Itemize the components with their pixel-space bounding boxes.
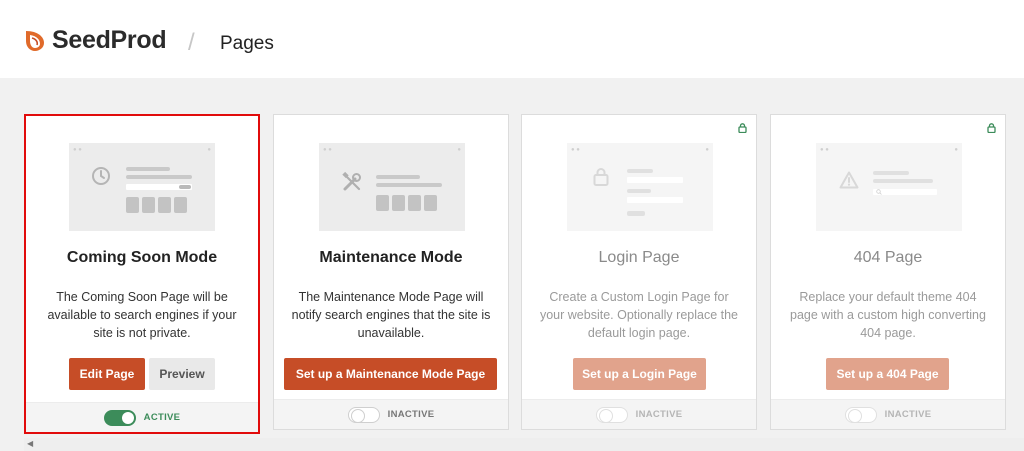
page-toggle[interactable] (844, 406, 877, 423)
window-dots-icon: ● ● (73, 147, 82, 153)
card-description: The Coming Soon Page will be available t… (47, 290, 237, 340)
status-label: INACTIVE (884, 409, 932, 420)
padlock-icon (593, 168, 609, 186)
edit-page-button[interactable]: Edit Page (69, 358, 145, 390)
card-title: Coming Soon Mode (66, 249, 218, 266)
card-status-footer: INACTIVE (522, 399, 756, 429)
maintenance-card: ● ● ● Maintenance Mode The Maintenance M… (273, 114, 509, 430)
page-title: Pages (220, 33, 274, 54)
window-dot-icon: ● (207, 147, 211, 153)
scroll-left-arrow-icon[interactable]: ◀ (27, 439, 33, 448)
card-title: Login Page (598, 249, 680, 266)
page-toggle[interactable] (103, 409, 136, 426)
window-dot-icon: ● (954, 147, 958, 153)
page-toggle[interactable] (595, 406, 628, 423)
tools-icon (342, 171, 361, 191)
card-description: Create a Custom Login Page for your webs… (539, 290, 739, 340)
card-title: Maintenance Mode (319, 249, 463, 266)
status-label: INACTIVE (635, 409, 683, 420)
maintenance-preview: ● ● ● (319, 143, 465, 231)
setup-maintenance-button[interactable]: Set up a Maintenance Mode Page (284, 358, 497, 390)
lock-icon[interactable] (987, 123, 996, 133)
status-label: INACTIVE (387, 409, 435, 420)
404-card: ● ● ● 404 Page Replace your default them… (770, 114, 1006, 430)
404-preview: ● ● ● (816, 143, 962, 231)
horizontal-scrollbar[interactable] (24, 438, 1024, 451)
coming-soon-preview: ● ● ● (69, 143, 215, 231)
card-status-footer: INACTIVE (771, 399, 1005, 429)
card-description: The Maintenance Mode Page will notify se… (291, 290, 491, 340)
login-card: ● ● ● Login Page Create a Custom Login P… (521, 114, 757, 430)
seedprod-leaf-icon (26, 30, 44, 51)
card-title: 404 Page (853, 249, 923, 266)
card-status-footer: INACTIVE (274, 399, 508, 429)
card-description: Replace your default theme 404 page with… (790, 290, 986, 340)
warning-icon (839, 171, 859, 189)
status-label: ACTIVE (143, 412, 181, 423)
setup-login-button[interactable]: Set up a Login Page (573, 358, 706, 390)
login-preview: ● ● ● (567, 143, 713, 231)
top-bar: SeedProd / Pages (0, 0, 1024, 78)
brand-logo[interactable]: SeedProd (24, 26, 167, 55)
breadcrumb-separator: / (188, 29, 195, 56)
preview-button[interactable]: Preview (149, 358, 215, 390)
setup-404-button[interactable]: Set up a 404 Page (826, 358, 949, 390)
window-dot-icon: ● (457, 147, 461, 153)
window-dot-icon: ● (705, 147, 709, 153)
window-dots-icon: ● ● (820, 147, 829, 153)
window-dots-icon: ● ● (571, 147, 580, 153)
brand-name: SeedProd (52, 26, 167, 54)
window-dots-icon: ● ● (323, 147, 332, 153)
search-icon (876, 189, 882, 195)
lock-icon[interactable] (738, 123, 747, 133)
card-status-footer: ACTIVE (26, 402, 258, 432)
page-toggle[interactable] (347, 406, 380, 423)
clock-icon (92, 167, 110, 185)
coming-soon-card: ● ● ● Coming Soon Mode The Coming Soon P… (24, 114, 260, 434)
